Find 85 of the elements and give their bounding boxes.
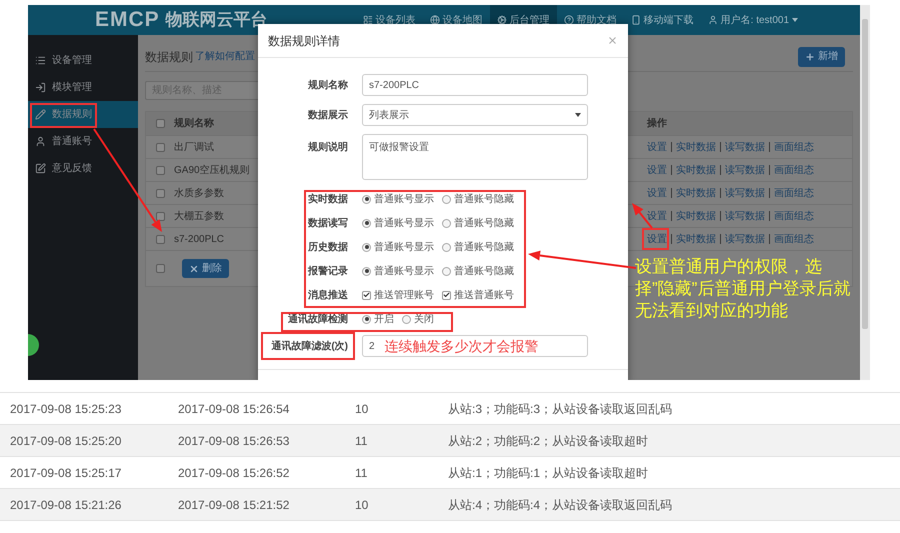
option-label: 普通账号显示 (374, 216, 434, 230)
table-cell-text: 从站:2；功能码:2；从站设备读取超时 (448, 432, 650, 450)
action-link[interactable]: 画面组态 (774, 186, 814, 200)
field-label: 实时数据 (307, 192, 348, 206)
nav-item[interactable]: 设备列表 (356, 5, 423, 35)
action-link[interactable]: 实时数据 (676, 140, 716, 154)
table-cell-text: 10 (355, 400, 370, 418)
action-link[interactable]: 设置 (647, 162, 667, 178)
action-link[interactable]: 设置 (647, 208, 667, 224)
action-link[interactable]: 画面组态 (774, 162, 814, 178)
table-cell-text: 10 (355, 496, 370, 514)
table-cell-text: 从站:1；功能码:1；从站设备读取超时 (448, 464, 650, 482)
table-cell-text: 2017-09-08 15:21:52 (178, 496, 290, 514)
field-label: 报警记录 (306, 264, 348, 278)
delete-button[interactable]: 删除 (182, 259, 229, 278)
option-label: 关闭 (414, 312, 434, 326)
dialog-title: 数据规则详情 (268, 32, 340, 50)
sidebar-item[interactable]: 意见反馈 (28, 155, 138, 182)
table-cell-text: GA90空压机规则 (174, 164, 250, 178)
table-cell-text: 从站:4；功能码:4；从站设备读取返回乱码 (448, 496, 674, 514)
sidebar-item[interactable]: 模块管理 (28, 74, 138, 101)
help-link[interactable]: 了解如何配置 (195, 49, 255, 64)
option-label: 普通账号隐藏 (454, 192, 514, 206)
nav-item[interactable]: 移动端下载 (624, 5, 701, 35)
action-link[interactable]: 实时数据 (676, 186, 716, 200)
action-link[interactable]: 设置 (647, 140, 667, 154)
table-cell-text: 2017-09-08 15:26:54 (178, 400, 290, 418)
option-label: 普通账号显示 (374, 240, 434, 254)
hint-annotation: 连续触发多少次才会报警 (384, 336, 539, 356)
action-link[interactable]: 设置 (647, 232, 667, 246)
sidebar-item[interactable]: 设备管理 (28, 47, 138, 74)
table-cell-text: 大棚五参数 (174, 210, 224, 224)
action-link[interactable]: 实时数据 (676, 208, 716, 224)
field-label: 消息推送 (307, 288, 348, 302)
action-link[interactable]: 画面组态 (774, 208, 814, 224)
action-link[interactable]: 画面组态 (774, 232, 814, 246)
option-label: 开启 (374, 312, 394, 326)
field-label: 规则说明 (307, 140, 348, 155)
field-label: 数据读写 (306, 216, 348, 230)
field-label: 通讯故障滤波(次) (270, 339, 348, 354)
input-field[interactable]: 2 连续触发多少次才会报警 (362, 335, 588, 357)
action-link[interactable]: 实时数据 (676, 232, 716, 246)
textarea-field[interactable]: 可做报警设置 (362, 134, 588, 180)
nav-item[interactable]: 帮助文档 (556, 5, 624, 35)
action-link[interactable]: 设置 (647, 186, 667, 200)
table-cell-text: 2017-09-08 15:26:53 (178, 432, 290, 450)
option-label: 普通账号隐藏 (454, 240, 514, 254)
table-cell-text: 11 (355, 432, 368, 450)
option-label: 普通账号显示 (374, 264, 434, 278)
action-link[interactable]: 画面组态 (774, 140, 814, 154)
table-cell-text: 2017-09-08 15:25:20 (9, 432, 122, 450)
nav-item[interactable]: 设备地图 (422, 5, 490, 35)
action-link[interactable]: 读写数据 (725, 186, 765, 200)
field-label: 规则名称 (307, 78, 348, 92)
action-link[interactable]: 读写数据 (725, 162, 765, 178)
table-cell-text: s7-200PLC (174, 232, 224, 246)
table-cell-text: 11 (355, 464, 368, 482)
table-cell-text: 2017-09-08 15:25:23 (9, 400, 122, 418)
action-link[interactable]: 读写数据 (725, 232, 765, 246)
table-cell-text: 2017-09-08 15:26:52 (178, 464, 290, 482)
option-label: 普通账号显示 (374, 192, 434, 206)
select-field[interactable]: 列表展示 (362, 104, 588, 126)
field-label: 数据展示 (306, 108, 348, 122)
option-label: 普通账号隐藏 (454, 264, 514, 278)
action-link[interactable]: 读写数据 (725, 208, 765, 224)
table-cell-text: 水质多参数 (174, 186, 224, 200)
table-cell-text: 2017-09-08 15:21:26 (9, 496, 122, 514)
table-cell-text: 出厂调试 (174, 140, 214, 154)
input-field[interactable]: s7-200PLC (362, 74, 588, 96)
table-cell-text: 从站:3；功能码:3；从站设备读取返回乱码 (448, 400, 674, 418)
field-label: 历史数据 (307, 240, 348, 254)
option-label: 推送管理账号 (374, 288, 434, 302)
column-header: 操作 (647, 116, 667, 131)
add-button[interactable]: 新增 (798, 46, 845, 66)
logo: EMCP (95, 7, 160, 34)
action-link[interactable]: 实时数据 (676, 162, 716, 178)
sidebar-item[interactable]: 普通账号 (28, 128, 138, 155)
page-title: 数据规则 (145, 48, 193, 66)
table-cell-text: 2017-09-08 15:25:17 (9, 464, 122, 482)
callout-annotation: 设置普通用户的权限，选择”隐藏”后普通用户登录后就无法看到对应的功能 (635, 256, 852, 322)
option-label: 普通账号隐藏 (454, 216, 514, 230)
column-header: 规则名称 (174, 116, 214, 131)
option-label: 推送普通账号 (454, 288, 514, 302)
nav-item[interactable]: 用户名: test001 (700, 5, 805, 35)
action-link[interactable]: 读写数据 (725, 140, 765, 154)
